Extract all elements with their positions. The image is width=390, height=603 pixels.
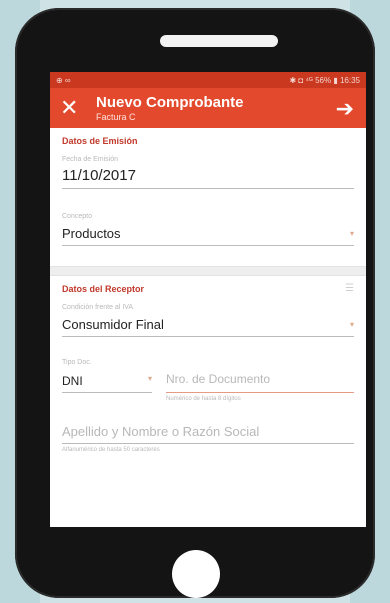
status-bar: ⊕ ∞ ✱ ◘ ⁴ᴳ 56% ▮ 16:35 [50,72,366,88]
tipo-doc-label: Tipo Doc. [62,359,92,366]
receptor-section: Datos del Receptor ☰ Condición frente al… [50,276,366,459]
condicion-label: Condición frente al IVA [62,304,134,311]
chevron-down-icon: ▾ [349,229,354,238]
home-button[interactable] [172,550,220,598]
chevron-down-icon: ▾ [349,320,354,329]
nombre-hint: Alfanumérico de hasta 50 caracteres [62,447,160,453]
status-right-icons: ✱ ◘ ⁴ᴳ 56% ▮ 16:35 [289,75,361,85]
app-bar-titles: Nuevo Comprobante Factura C [96,94,244,122]
nro-documento-input[interactable]: Nro. de Documento [166,370,354,393]
app-bar-title: Nuevo Comprobante [96,94,244,111]
concepto-select[interactable]: Productos ▾ [62,220,354,246]
receptor-section-title: Datos del Receptor [62,284,145,294]
concepto-value: Productos [62,226,121,241]
receptor-header: Datos del Receptor ☰ [62,284,354,295]
nombre-input[interactable]: Apellido y Nombre o Razón Social [62,424,354,444]
condicion-value: Consumidor Final [62,317,164,332]
tipo-doc-select[interactable]: DNI ▾ [62,374,152,393]
emision-section-title: Datos de Emisión [62,136,138,146]
phone-speaker [160,35,278,47]
emision-section: Datos de Emisión Fecha de Emisión 11/10/… [50,128,366,252]
fecha-field[interactable]: 11/10/2017 [62,167,354,189]
concepto-label: Concepto [62,213,92,220]
list-icon[interactable]: ☰ [345,284,354,294]
tipo-doc-value: DNI [62,374,83,388]
nro-documento-hint: Numérico de hasta 8 dígitos [166,396,241,402]
phone-screen: ⊕ ∞ ✱ ◘ ⁴ᴳ 56% ▮ 16:35 ✕ Nuevo Comproban… [50,72,366,527]
app-bar-subtitle: Factura C [96,112,136,122]
section-divider [50,266,366,276]
close-icon[interactable]: ✕ [60,97,90,119]
app-bar: ✕ Nuevo Comprobante Factura C ➔ [50,88,366,128]
status-left-icons: ⊕ ∞ [56,75,71,85]
arrow-right-icon[interactable]: ➔ [336,96,354,122]
condicion-select[interactable]: Consumidor Final ▾ [62,311,354,337]
fecha-label: Fecha de Emisión [62,156,119,163]
chevron-down-icon: ▾ [147,374,152,383]
documento-row: DNI ▾ Nro. de Documento [62,370,354,393]
nro-documento-placeholder: Nro. de Documento [166,372,271,386]
